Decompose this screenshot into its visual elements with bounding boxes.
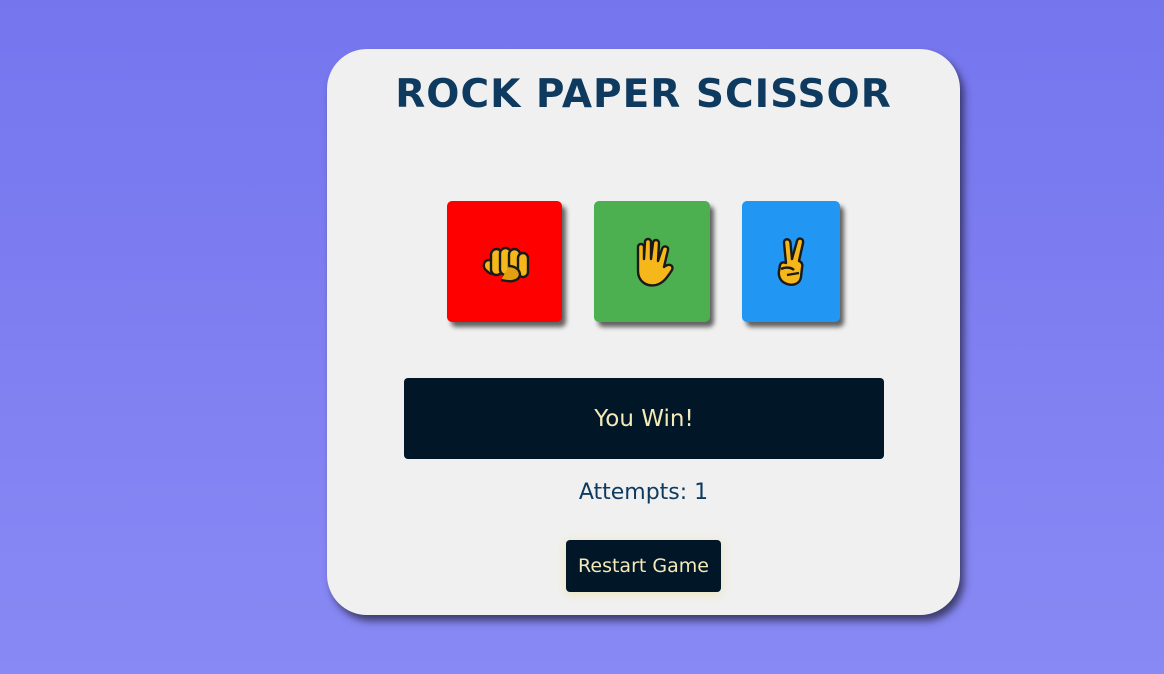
game-card: ROCK PAPER SCISSOR You Win! Attempts: 1 … bbox=[327, 49, 960, 615]
attempts-counter: Attempts: 1 bbox=[578, 480, 709, 505]
fist-icon bbox=[482, 246, 529, 282]
rock-button[interactable] bbox=[447, 201, 562, 322]
result-banner: You Win! bbox=[404, 378, 884, 459]
raised-hand-icon bbox=[636, 237, 674, 287]
scissors-button[interactable] bbox=[742, 201, 840, 322]
paper-button[interactable] bbox=[594, 201, 710, 322]
choices-row bbox=[327, 201, 960, 323]
victory-hand-icon bbox=[777, 236, 805, 286]
game-title: ROCK PAPER SCISSOR bbox=[395, 72, 892, 117]
restart-game-button[interactable]: Restart Game bbox=[566, 540, 721, 592]
